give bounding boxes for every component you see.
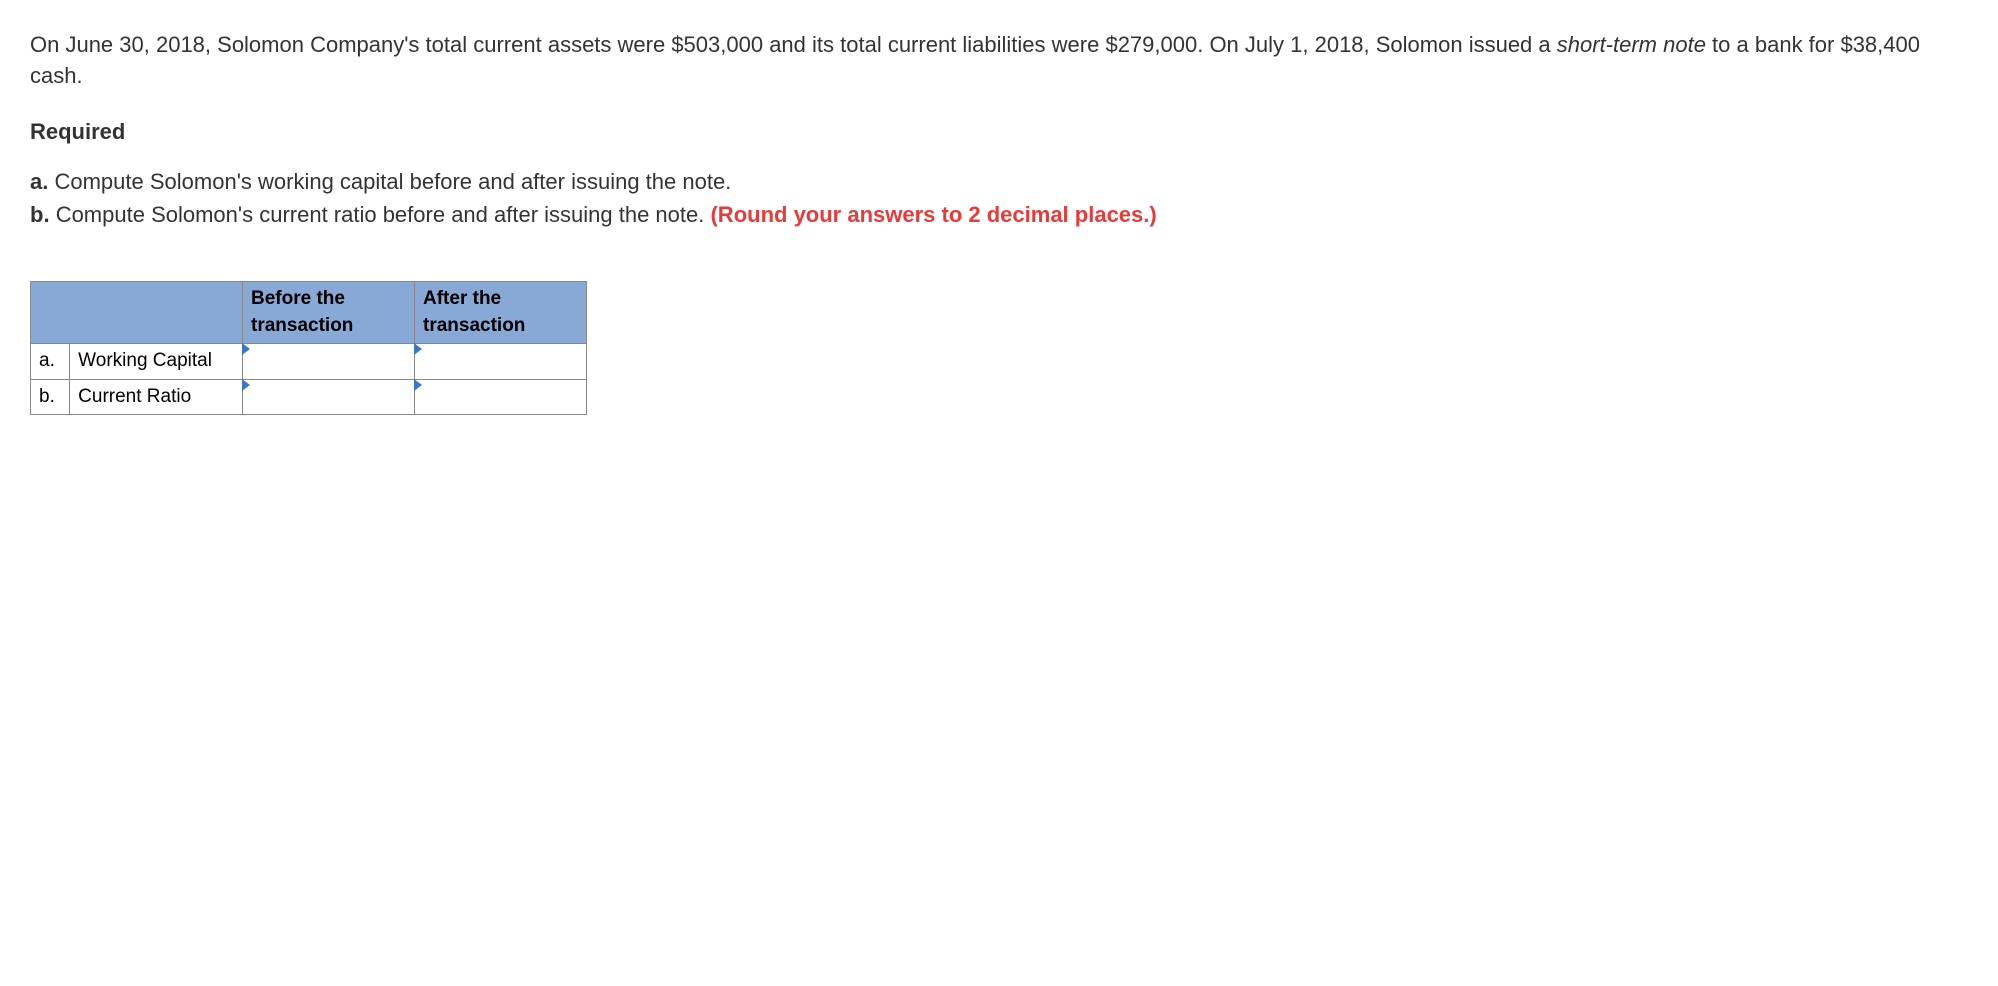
- current-ratio-before-input[interactable]: [243, 379, 415, 415]
- table-row: a. Working Capital: [31, 344, 587, 380]
- input-marker-icon: [242, 379, 250, 391]
- problem-statement: On June 30, 2018, Solomon Company's tota…: [30, 30, 1968, 92]
- row-b-letter: b.: [31, 379, 70, 415]
- current-ratio-after-input[interactable]: [415, 379, 587, 415]
- required-heading: Required: [30, 117, 1968, 148]
- req-b-text: Compute Solomon's current ratio before a…: [56, 202, 711, 227]
- req-a-letter: a.: [30, 169, 48, 194]
- table-header-row: Before the transaction After the transac…: [31, 281, 587, 343]
- requirement-a: a. Compute Solomon's working capital bef…: [30, 167, 1968, 198]
- input-marker-icon: [414, 343, 422, 355]
- requirement-list: a. Compute Solomon's working capital bef…: [30, 167, 1968, 231]
- header-after: After the transaction: [415, 281, 587, 343]
- header-before: Before the transaction: [243, 281, 415, 343]
- input-marker-icon: [242, 343, 250, 355]
- table-row: b. Current Ratio: [31, 379, 587, 415]
- problem-intro-part1: On June 30, 2018, Solomon Company's tota…: [30, 32, 1557, 57]
- row-a-letter: a.: [31, 344, 70, 380]
- problem-intro-italic: short-term note: [1557, 32, 1706, 57]
- table-corner-cell: [31, 281, 243, 343]
- row-b-label: Current Ratio: [70, 379, 243, 415]
- row-a-label: Working Capital: [70, 344, 243, 380]
- working-capital-after-input[interactable]: [415, 344, 587, 380]
- req-b-hint: (Round your answers to 2 decimal places.…: [710, 202, 1156, 227]
- requirement-b: b. Compute Solomon's current ratio befor…: [30, 200, 1968, 231]
- req-b-letter: b.: [30, 202, 50, 227]
- input-marker-icon: [414, 379, 422, 391]
- working-capital-before-input[interactable]: [243, 344, 415, 380]
- req-a-text: Compute Solomon's working capital before…: [54, 169, 731, 194]
- answer-table: Before the transaction After the transac…: [30, 281, 587, 415]
